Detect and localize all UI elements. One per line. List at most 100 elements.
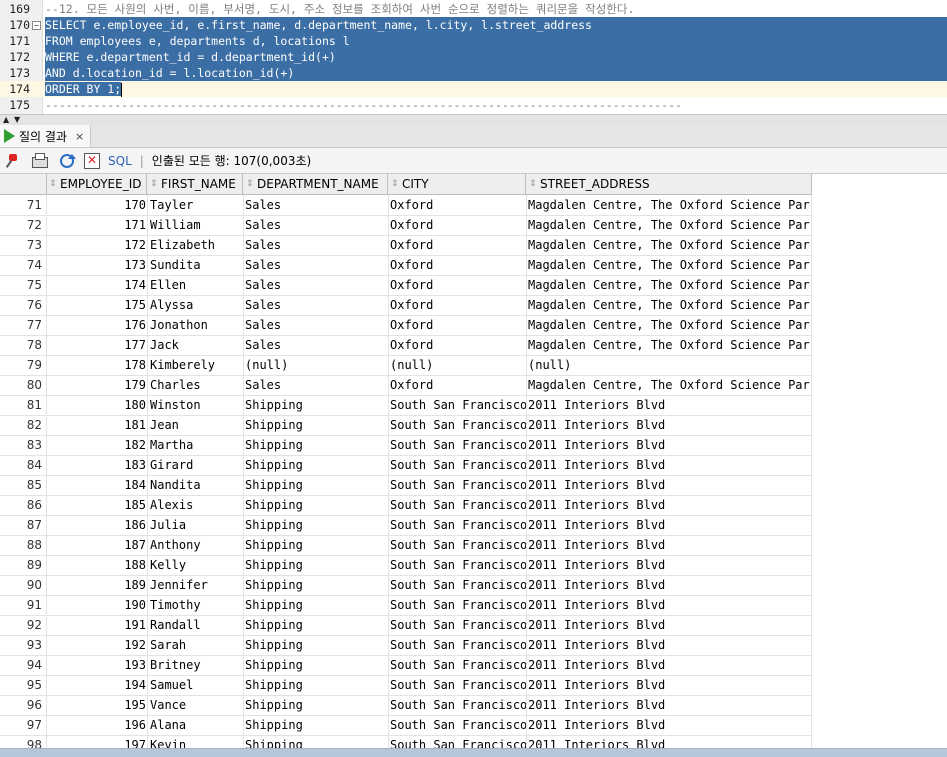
editor-line[interactable]: 171 FROM employees e, departments d, loc… <box>0 33 947 49</box>
cell-department-name[interactable]: Sales <box>245 375 387 395</box>
cell-street-address[interactable]: 2011 Interiors Blvd <box>528 555 812 575</box>
cell-department-name[interactable]: Shipping <box>245 735 387 748</box>
cell-department-name[interactable]: Shipping <box>245 495 387 515</box>
cell-employee-id[interactable]: 173 <box>46 255 146 275</box>
cell-city[interactable]: South San Francisco <box>390 415 526 435</box>
cell-city[interactable]: South San Francisco <box>390 715 526 735</box>
cell-city[interactable]: Oxford <box>390 195 526 215</box>
sort-icon[interactable]: ⇕ <box>529 174 537 194</box>
cell-employee-id[interactable]: 172 <box>46 235 146 255</box>
cell-employee-id[interactable]: 176 <box>46 315 146 335</box>
cell-employee-id[interactable]: 182 <box>46 435 146 455</box>
cell-employee-id[interactable]: 195 <box>46 695 146 715</box>
cell-employee-id[interactable]: 184 <box>46 475 146 495</box>
cell-street-address[interactable]: Magdalen Centre, The Oxford Science Park <box>528 275 812 295</box>
sort-icon[interactable]: ⇕ <box>49 174 57 194</box>
collapse-down-icon[interactable]: ▼ <box>14 115 20 125</box>
table-row[interactable]: 86 185 Alexis Shipping South San Francisco 20… <box>0 495 812 516</box>
cell-employee-id[interactable]: 191 <box>46 615 146 635</box>
cell-street-address[interactable]: 2011 Interiors Blvd <box>528 615 812 635</box>
code-text-current[interactable]: ORDER BY 1; <box>45 81 947 97</box>
cell-city[interactable]: South San Francisco <box>390 735 526 748</box>
sql-editor[interactable]: 169 --12. 모든 사원의 사번, 이름, 부서명, 도시, 주소 정보를… <box>0 0 947 114</box>
cell-first-name[interactable]: Kelly <box>150 555 242 575</box>
cell-first-name[interactable]: Timothy <box>150 595 242 615</box>
cell-street-address[interactable]: 2011 Interiors Blvd <box>528 535 812 555</box>
cell-first-name[interactable]: Tayler <box>150 195 242 215</box>
cell-first-name[interactable]: Jonathon <box>150 315 242 335</box>
cell-employee-id[interactable]: 171 <box>46 215 146 235</box>
sort-icon[interactable]: ⇕ <box>391 174 399 194</box>
cell-street-address[interactable]: 2011 Interiors Blvd <box>528 395 812 415</box>
cell-department-name[interactable]: Sales <box>245 255 387 275</box>
cell-employee-id[interactable]: 181 <box>46 415 146 435</box>
cell-first-name[interactable]: Sarah <box>150 635 242 655</box>
cell-department-name[interactable]: Shipping <box>245 435 387 455</box>
column-header-employee-id[interactable]: ⇕ EMPLOYEE_ID <box>46 174 147 194</box>
cell-city[interactable]: Oxford <box>390 235 526 255</box>
cell-first-name[interactable]: Alana <box>150 715 242 735</box>
cell-department-name[interactable]: Shipping <box>245 415 387 435</box>
editor-line[interactable]: 173 AND d.location_id = l.location_id(+) <box>0 65 947 81</box>
table-row[interactable]: 73 172 Elizabeth Sales Oxford Magdalen Centre… <box>0 235 812 256</box>
cell-street-address[interactable]: 2011 Interiors Blvd <box>528 695 812 715</box>
cell-employee-id[interactable]: 189 <box>46 575 146 595</box>
cell-city[interactable]: South San Francisco <box>390 435 526 455</box>
sort-icon[interactable]: ⇕ <box>246 174 254 194</box>
cell-city[interactable]: South San Francisco <box>390 655 526 675</box>
code-text[interactable]: SELECT e.employee_id, e.first_name, d.de… <box>45 17 947 33</box>
cell-street-address[interactable]: (null) <box>528 355 812 375</box>
cell-city[interactable]: South San Francisco <box>390 495 526 515</box>
table-row[interactable]: 75 174 Ellen Sales Oxford Magdalen Centre, Th… <box>0 275 812 296</box>
cell-street-address[interactable]: 2011 Interiors Blvd <box>528 475 812 495</box>
cell-department-name[interactable]: Shipping <box>245 655 387 675</box>
cell-city[interactable]: Oxford <box>390 295 526 315</box>
cell-first-name[interactable]: Alyssa <box>150 295 242 315</box>
cell-first-name[interactable]: Nandita <box>150 475 242 495</box>
cell-first-name[interactable]: Julia <box>150 515 242 535</box>
column-header-department-name[interactable]: ⇕ DEPARTMENT_NAME <box>243 174 388 194</box>
cell-department-name[interactable]: (null) <box>245 355 387 375</box>
cell-first-name[interactable]: Britney <box>150 655 242 675</box>
cell-street-address[interactable]: Magdalen Centre, The Oxford Science Park <box>528 215 812 235</box>
cell-first-name[interactable]: Jennifer <box>150 575 242 595</box>
cancel-icon[interactable] <box>84 152 100 169</box>
table-row[interactable]: 98 197 Kevin Shipping South San Francisco 201… <box>0 735 812 748</box>
code-text[interactable]: WHERE e.department_id = d.department_id(… <box>45 49 947 65</box>
cell-first-name[interactable]: Randall <box>150 615 242 635</box>
code-text[interactable]: AND d.location_id = l.location_id(+) <box>45 65 947 81</box>
collapse-up-icon[interactable]: ▲ <box>3 115 9 125</box>
cell-employee-id[interactable]: 193 <box>46 655 146 675</box>
column-header-first-name[interactable]: ⇕ FIRST_NAME <box>147 174 243 194</box>
cell-employee-id[interactable]: 187 <box>46 535 146 555</box>
code-comment[interactable]: ----------------------------------------… <box>45 97 947 113</box>
cell-first-name[interactable]: Martha <box>150 435 242 455</box>
cell-city[interactable]: South San Francisco <box>390 695 526 715</box>
cell-employee-id[interactable]: 185 <box>46 495 146 515</box>
tab-query-result[interactable]: 질의 결과 × <box>0 125 92 147</box>
table-row[interactable]: 79 178 Kimberely (null) (null) (null) <box>0 355 812 376</box>
table-row[interactable]: 89 188 Kelly Shipping South San Francisco 201… <box>0 555 812 576</box>
cell-city[interactable]: Oxford <box>390 375 526 395</box>
cell-first-name[interactable]: Samuel <box>150 675 242 695</box>
cell-employee-id[interactable]: 186 <box>46 515 146 535</box>
selected-code[interactable]: ORDER BY 1; <box>45 82 122 96</box>
cell-city[interactable]: South San Francisco <box>390 675 526 695</box>
close-icon[interactable]: × <box>75 130 84 143</box>
cell-department-name[interactable]: Shipping <box>245 395 387 415</box>
cell-street-address[interactable]: 2011 Interiors Blvd <box>528 595 812 615</box>
cell-department-name[interactable]: Shipping <box>245 575 387 595</box>
editor-line-current[interactable]: 174 ORDER BY 1; <box>0 81 947 97</box>
cell-employee-id[interactable]: 188 <box>46 555 146 575</box>
cell-street-address[interactable]: Magdalen Centre, The Oxford Science Park <box>528 335 812 355</box>
table-row[interactable]: 74 173 Sundita Sales Oxford Magdalen Centre, … <box>0 255 812 276</box>
cell-street-address[interactable]: Magdalen Centre, The Oxford Science Park <box>528 295 812 315</box>
cell-street-address[interactable]: Magdalen Centre, The Oxford Science Park <box>528 255 812 275</box>
cell-first-name[interactable]: Jean <box>150 415 242 435</box>
cell-city[interactable]: (null) <box>390 355 526 375</box>
cell-department-name[interactable]: Shipping <box>245 555 387 575</box>
cell-city[interactable]: South San Francisco <box>390 515 526 535</box>
cell-department-name[interactable]: Sales <box>245 335 387 355</box>
cell-employee-id[interactable]: 196 <box>46 715 146 735</box>
cell-department-name[interactable]: Sales <box>245 215 387 235</box>
